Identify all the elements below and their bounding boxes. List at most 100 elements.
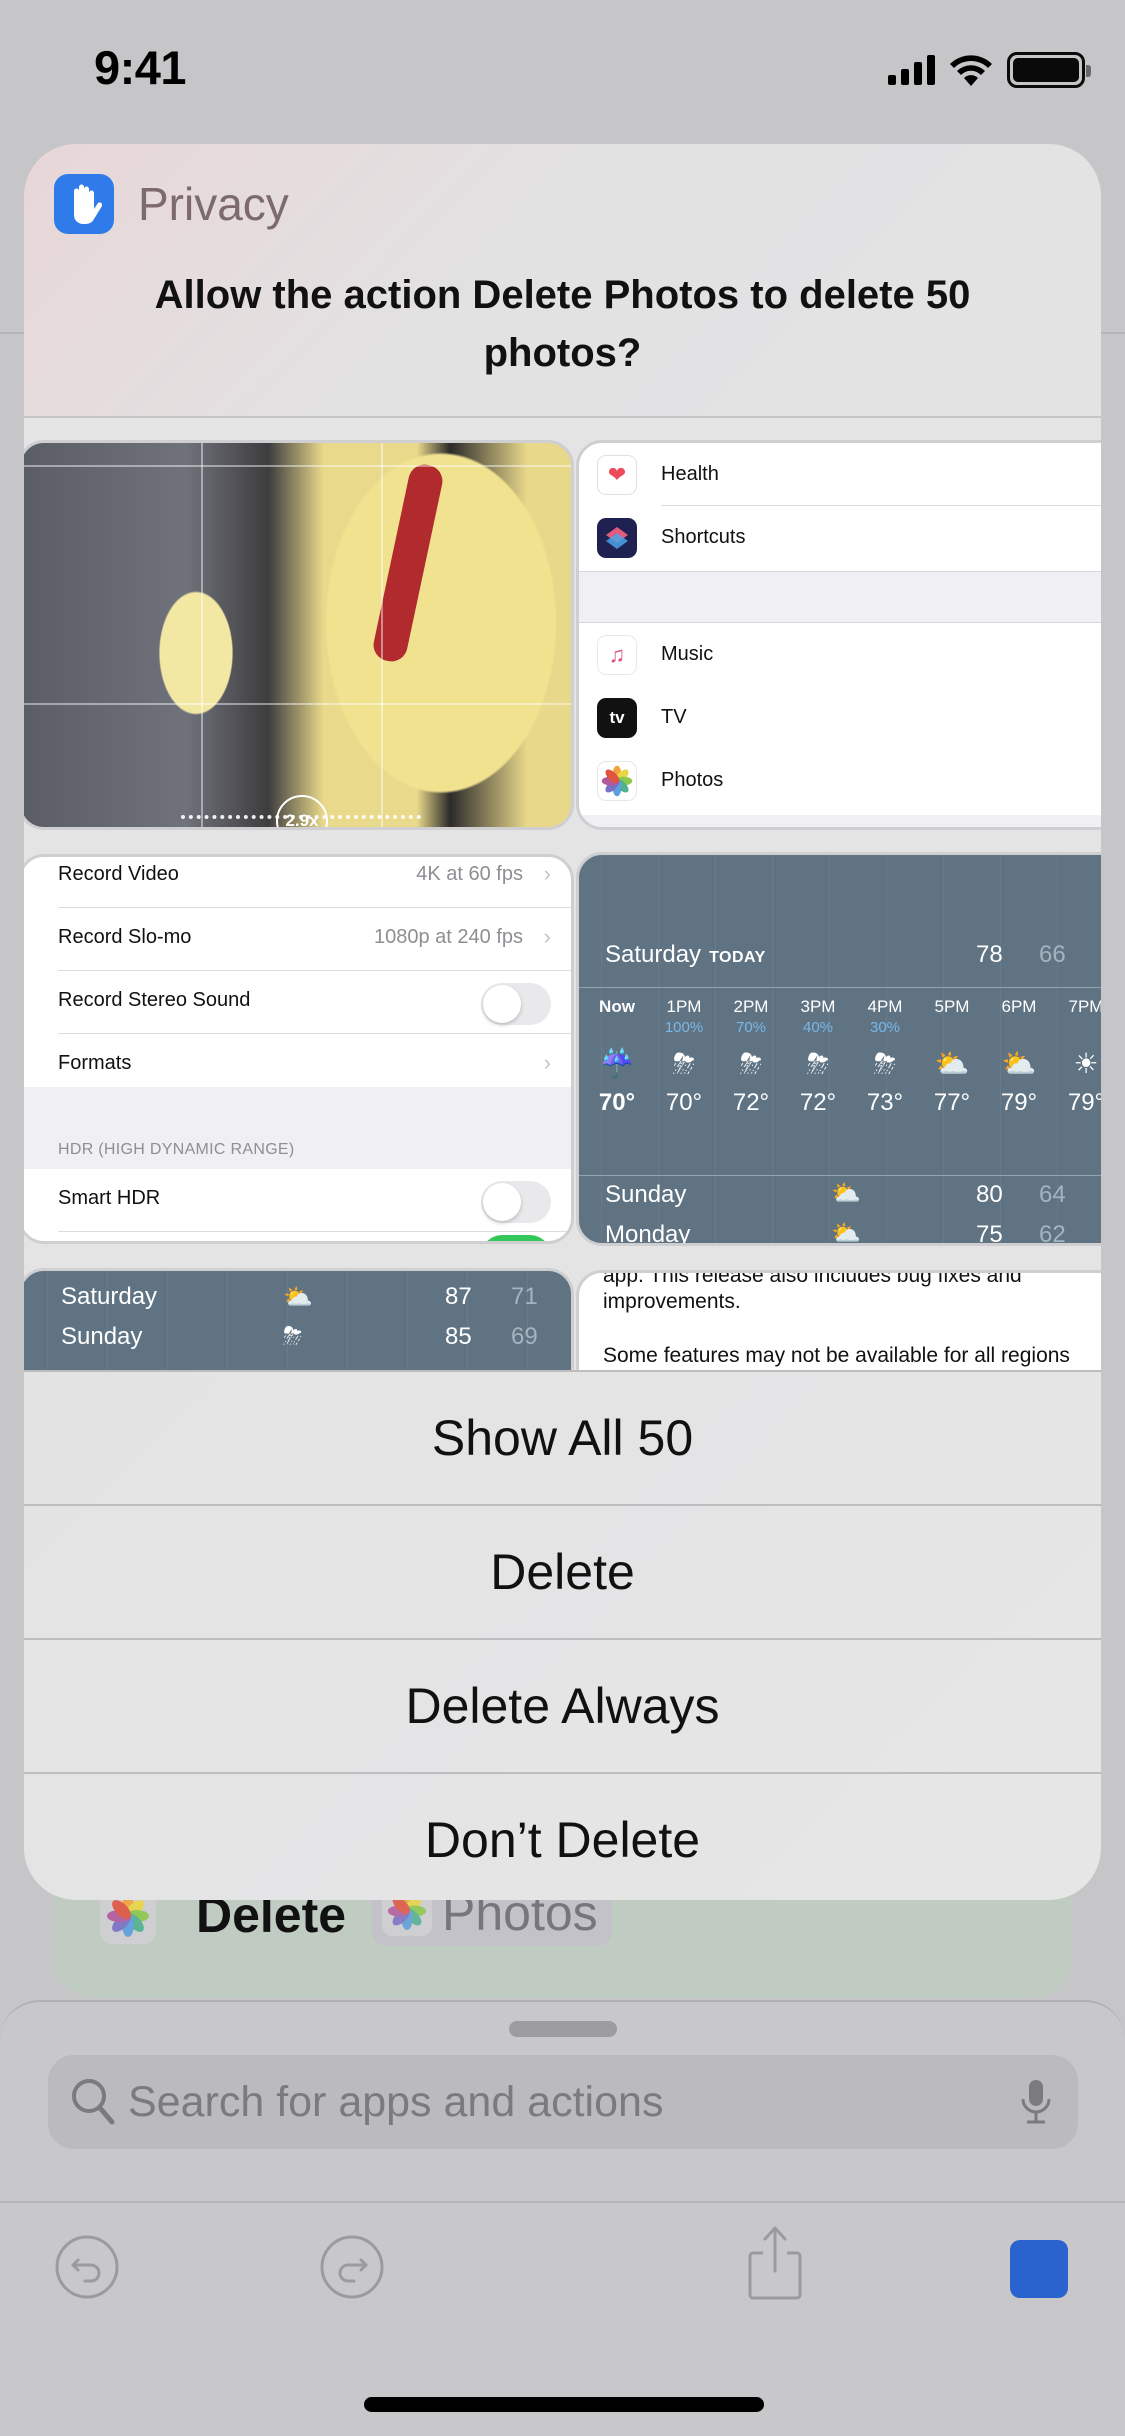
weather-day: Monday <box>605 1221 691 1246</box>
cloud-bolt-icon: ⛈ <box>873 1048 897 1079</box>
hour-temperature: 79° <box>1067 1089 1101 1116</box>
weather-low: 66 <box>1039 941 1066 968</box>
undo-button[interactable] <box>52 2232 122 2302</box>
camera-grid-line <box>381 443 383 827</box>
battery-icon <box>1007 52 1091 88</box>
partly-sunny-icon: ⛅ <box>831 1220 861 1246</box>
settings-row-value: 1080p at 240 fps <box>373 926 523 948</box>
settings-row-label: Record Video <box>58 863 179 885</box>
photo-preview-release-notes[interactable]: app. This release also includes bug fixe… <box>576 1270 1101 1370</box>
cloud-bolt-icon: ⛈ <box>283 1323 303 1350</box>
hour-temperature: 70° <box>665 1089 703 1116</box>
apple-tv-icon-text: tv <box>609 707 625 727</box>
precip-chance <box>989 1019 1049 1039</box>
search-field[interactable] <box>48 2055 1078 2149</box>
hour-temperature: 70° <box>598 1089 636 1116</box>
settings-row-label: Record Slo-mo <box>58 926 192 948</box>
weather-high: 80 <box>976 1181 1003 1208</box>
settings-row-label: Record Stereo Sound <box>58 989 251 1011</box>
camera-grid-line <box>24 703 571 705</box>
weather-day: Saturday <box>605 941 702 968</box>
status-icons <box>888 52 1091 88</box>
undo-icon <box>55 2235 119 2299</box>
section-gap <box>579 571 1101 623</box>
photo-preview-weather-2[interactable]: Saturday ⛅ 87 71 Sunday ⛈ 85 69 <box>24 1268 574 1370</box>
list-item-label: Music <box>661 643 714 665</box>
delete-button[interactable]: Delete <box>24 1506 1101 1638</box>
dont-delete-button[interactable]: Don’t Delete <box>24 1774 1101 1900</box>
list-item: ❤ Health › <box>579 443 1101 506</box>
delete-always-button[interactable]: Delete Always <box>24 1640 1101 1772</box>
redo-icon <box>320 2235 384 2299</box>
weather-day: Sunday <box>605 1181 687 1208</box>
app-name: Privacy <box>138 178 289 230</box>
status-time: 9:41 <box>94 41 187 94</box>
divider <box>0 2201 1125 2203</box>
hand-raised-icon <box>54 174 114 234</box>
hour-temperature: 72° <box>732 1089 770 1116</box>
hourly-forecast-item: 1PM 100% ⛈ 70° <box>654 997 714 1117</box>
run-stop-button[interactable] <box>1010 2240 1068 2298</box>
list-item-label: Photos <box>661 769 724 791</box>
show-all-button[interactable]: Show All 50 <box>24 1372 1101 1504</box>
camera-grid-line <box>24 465 571 467</box>
music-note-icon: ♫ <box>597 634 637 675</box>
action-search-sheet <box>0 2000 1125 2436</box>
weather-today-tag: TODAY <box>709 949 766 966</box>
hour-label: 4PM <box>867 997 903 1016</box>
chevron-right-icon: › <box>543 861 551 886</box>
release-notes-text: app. This release also includes bug fixe… <box>603 1270 1022 1313</box>
photo-preview-weather[interactable]: Saturday TODAY 78 66 Now ☔ 70° 1PM 100% ⛈ 70° 2P… <box>576 852 1101 1246</box>
share-icon <box>748 2226 802 2300</box>
search-icon <box>72 2079 115 2125</box>
cloud-rain-icon: ☔ <box>599 1048 635 1079</box>
section-gap <box>579 815 1101 827</box>
settings-row-value: 4K at 60 fps <box>416 863 523 885</box>
hour-label: 5PM <box>934 997 970 1016</box>
photo-preview-camera[interactable]: 2.9x <box>24 440 574 830</box>
shortcuts-app-icon <box>597 517 637 558</box>
weather-high: 78 <box>976 941 1003 968</box>
hour-label: 6PM <box>1001 997 1037 1016</box>
photo-previews-grid[interactable]: 2.9x ❤ Health › Shortcuts › ♫ Music › <box>24 418 1101 1370</box>
precip-chance <box>922 1019 982 1039</box>
weather-day-row: Saturday ⛅ 87 71 <box>24 1283 571 1323</box>
hourly-forecast-item: 7PM ☀ 79° <box>1056 997 1101 1117</box>
sheet-grabber[interactable] <box>509 2021 617 2037</box>
precip-chance: 100% <box>664 1019 704 1036</box>
weather-high: 85 <box>445 1323 472 1350</box>
settings-row: Record Stereo Sound <box>24 971 571 1034</box>
home-indicator[interactable] <box>364 2397 764 2412</box>
microphone-icon[interactable] <box>1020 2079 1052 2125</box>
hour-label: 7PM <box>1068 997 1101 1016</box>
weather-low: 64 <box>1039 1181 1066 1208</box>
photo-preview-settings-apps[interactable]: ❤ Health › Shortcuts › ♫ Music › tv TV <box>576 440 1101 830</box>
hourly-forecast-item: 3PM 40% ⛈ 72° <box>788 997 848 1117</box>
share-button[interactable] <box>740 2226 810 2300</box>
divider <box>58 1231 571 1232</box>
settings-row: Record Video 4K at 60 fps › <box>24 857 571 908</box>
weather-low: 71 <box>511 1283 538 1310</box>
weather-day: Saturday <box>61 1283 158 1310</box>
weather-high: 87 <box>445 1283 472 1310</box>
zoom-level-badge: 2.9x <box>276 795 328 827</box>
section-header-label: HDR (HIGH DYNAMIC RANGE) <box>58 1141 295 1158</box>
list-item-label: Shortcuts <box>661 526 746 548</box>
search-input[interactable] <box>128 2055 978 2149</box>
hour-temperature: 73° <box>866 1089 904 1116</box>
smart-hdr-toggle <box>481 1181 551 1223</box>
camera-grid-line <box>201 443 203 827</box>
partly-sunny-icon: ⛅ <box>283 1284 313 1311</box>
photos-flower-icon <box>597 760 637 801</box>
alert-header: Privacy Allow the action Delete Photos t… <box>24 144 1101 416</box>
list-item: Photos › <box>579 749 1101 812</box>
redo-button[interactable] <box>317 2232 387 2302</box>
settings-row: Smart HDR <box>24 1169 571 1232</box>
release-notes-text: Some features may not be available for a… <box>603 1344 1070 1367</box>
cloud-bolt-icon: ⛈ <box>672 1048 696 1079</box>
photo-preview-camera-settings[interactable]: Record Video 4K at 60 fps › Record Slo-m… <box>24 854 574 1244</box>
settings-row: Record Slo-mo 1080p at 240 fps › <box>24 908 571 971</box>
list-item-label: TV <box>661 706 687 728</box>
hourly-forecast-item: 4PM 30% ⛈ 73° <box>855 997 915 1117</box>
cloud-bolt-icon: ⛈ <box>806 1048 830 1079</box>
